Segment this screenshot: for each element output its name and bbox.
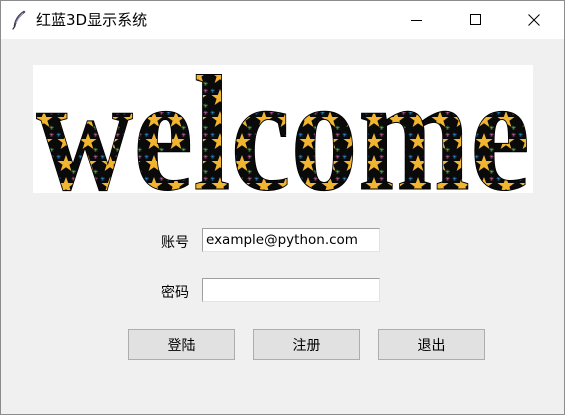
minimize-button[interactable] xyxy=(394,1,440,39)
maximize-icon xyxy=(470,14,481,25)
maximize-button[interactable] xyxy=(453,1,499,39)
title-bar[interactable]: 红蓝3D显示系统 xyxy=(1,1,564,39)
minimize-icon xyxy=(411,20,422,21)
welcome-text: welcome xyxy=(36,65,530,193)
password-input[interactable] xyxy=(202,278,380,302)
register-button[interactable]: 注册 xyxy=(253,329,360,360)
account-input[interactable] xyxy=(202,228,380,252)
close-button[interactable] xyxy=(511,1,557,39)
account-label: 账号 xyxy=(161,235,189,251)
window-title: 红蓝3D显示系统 xyxy=(36,11,148,29)
login-button[interactable]: 登陆 xyxy=(128,329,235,360)
close-icon xyxy=(528,14,540,26)
password-label: 密码 xyxy=(161,285,189,301)
feather-icon xyxy=(12,10,26,30)
app-window: 红蓝3D显示系统 ✳ ✳ ✳ xyxy=(0,0,565,415)
welcome-banner: ✳ ✳ ✳ welcome xyxy=(33,65,533,193)
exit-button[interactable]: 退出 xyxy=(378,329,485,360)
